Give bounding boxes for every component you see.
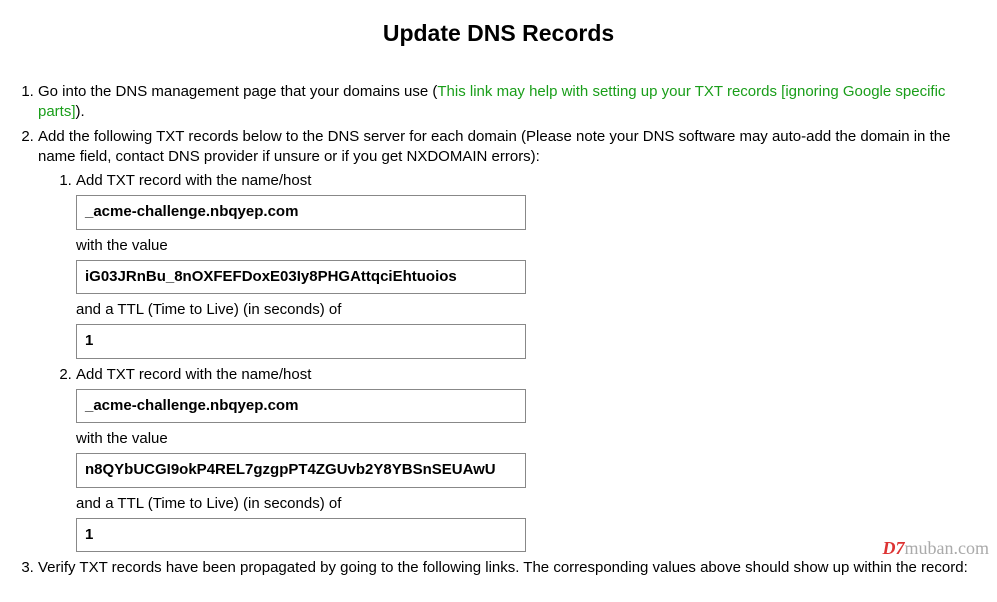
record-2-name-value: _acme-challenge.nbqyep.com: [76, 389, 526, 423]
record-2-ttl-value: 1: [76, 518, 526, 552]
step-1-suffix: ).: [76, 103, 85, 120]
txt-record-2: Add TXT record with the name/host _acme-…: [76, 365, 987, 553]
record-1-block: _acme-challenge.nbqyep.com with the valu…: [76, 195, 987, 358]
record-1-name-value: _acme-challenge.nbqyep.com: [76, 195, 526, 229]
page-container: Update DNS Records Go into the DNS manag…: [0, 0, 997, 602]
step-1-prefix: Go into the DNS management page that you…: [38, 83, 437, 100]
record-1-ttl-label: and a TTL (Time to Live) (in seconds) of: [76, 300, 987, 320]
record-2-block: _acme-challenge.nbqyep.com with the valu…: [76, 389, 987, 552]
step-2: Add the following TXT records below to t…: [38, 127, 987, 553]
record-2-value-label: with the value: [76, 429, 987, 449]
main-steps-list: Go into the DNS management page that you…: [10, 82, 987, 578]
step-3: Verify TXT records have been propagated …: [38, 558, 987, 578]
txt-record-1: Add TXT record with the name/host _acme-…: [76, 171, 987, 359]
step-1: Go into the DNS management page that you…: [38, 82, 987, 123]
record-2-heading: Add TXT record with the name/host: [76, 366, 311, 383]
step-2-intro: Add the following TXT records below to t…: [38, 128, 950, 165]
record-1-ttl-value: 1: [76, 324, 526, 358]
record-1-value-label: with the value: [76, 236, 987, 256]
step-3-text: Verify TXT records have been propagated …: [38, 559, 968, 576]
page-title: Update DNS Records: [10, 20, 987, 47]
record-2-ttl-label: and a TTL (Time to Live) (in seconds) of: [76, 494, 987, 514]
txt-records-sublist: Add TXT record with the name/host _acme-…: [38, 171, 987, 552]
record-1-value: iG03JRnBu_8nOXFEFDoxE03Iy8PHGAttqciEhtuo…: [76, 260, 526, 294]
record-2-value: n8QYbUCGI9okP4REL7gzgpPT4ZGUvb2Y8YBSnSEU…: [76, 453, 526, 487]
record-1-heading: Add TXT record with the name/host: [76, 172, 311, 189]
